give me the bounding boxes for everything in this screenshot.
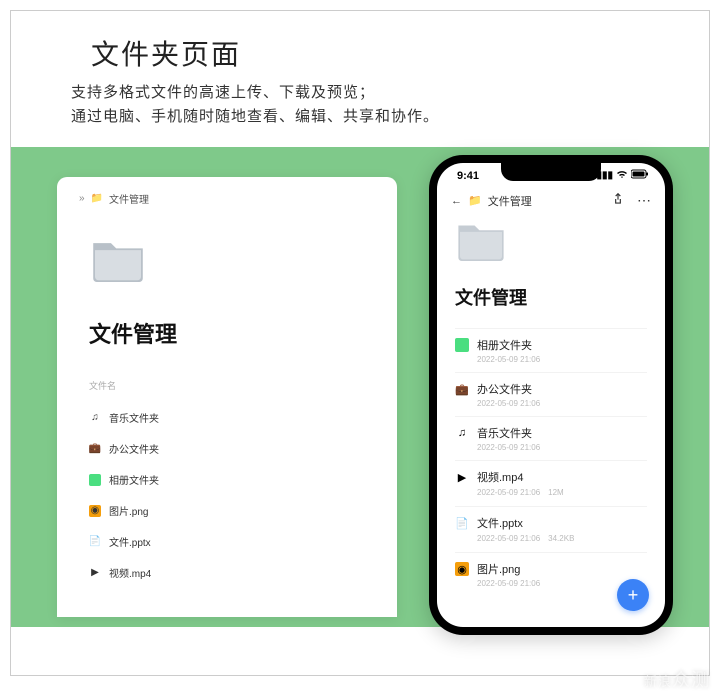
phone-topbar: ← 📁 文件管理 ⋯ (437, 182, 665, 215)
file-meta: 2022-05-09 21:06 (477, 399, 647, 408)
document-icon: 📄 (455, 516, 469, 530)
album-icon (455, 338, 469, 352)
expand-icon[interactable]: » (79, 193, 85, 204)
phone-preview: 9:41 ▮▮▮ ← 📁 文件管理 (429, 155, 673, 635)
image-icon: ◉ (89, 505, 101, 517)
list-item[interactable]: ♫ 音乐文件夹 (79, 402, 375, 433)
folder-icon: 📁 (468, 194, 482, 207)
list-item[interactable]: 📄 文件.pptx (79, 526, 375, 557)
file-name: 视频.mp4 (477, 469, 523, 485)
file-name: 图片.png (477, 561, 520, 577)
list-item[interactable]: ▶ 视频.mp4 (79, 557, 375, 588)
file-meta: 2022-05-09 21:06 (477, 355, 647, 364)
file-name: 图片.png (109, 503, 148, 518)
list-item[interactable]: 💼 办公文件夹 2022-05-09 21:06 (455, 372, 647, 416)
list-item[interactable]: 📄 文件.pptx 2022-05-09 21:06 34.2KB (455, 506, 647, 552)
folder-hero-icon (89, 236, 147, 282)
album-icon (89, 474, 101, 486)
list-item[interactable]: ▶ 视频.mp4 2022-05-09 21:06 12M (455, 460, 647, 506)
file-name: 音乐文件夹 (477, 425, 532, 441)
file-name: 文件.pptx (109, 534, 151, 549)
list-item[interactable]: 💼 办公文件夹 (79, 433, 375, 464)
list-item[interactable]: 相册文件夹 2022-05-09 21:06 (455, 328, 647, 372)
column-header-filename: 文件名 (89, 379, 375, 392)
file-name: 文件.pptx (477, 515, 523, 531)
desktop-preview: » 📁 文件管理 文件管理 文件名 ♫ 音乐文件夹 💼 办公文件夹相册文件夹 ◉ 图片.p… (57, 177, 397, 617)
phone-breadcrumb-label: 文件管理 (488, 193, 532, 209)
phone-notch (501, 163, 601, 181)
briefcase-icon: 💼 (89, 443, 101, 455)
file-meta: 2022-05-09 21:06 34.2KB (477, 533, 647, 544)
music-icon: ♫ (455, 426, 469, 440)
file-name: 音乐文件夹 (109, 410, 159, 425)
status-time: 9:41 (457, 170, 479, 182)
wifi-icon (616, 169, 628, 182)
video-icon: ▶ (455, 470, 469, 484)
file-meta: 2022-05-09 21:06 (477, 443, 647, 452)
breadcrumb-label: 文件管理 (109, 191, 149, 206)
battery-icon (631, 169, 649, 182)
file-meta: 2022-05-09 21:06 12M (477, 487, 647, 498)
file-name: 相册文件夹 (477, 337, 532, 353)
file-name: 视频.mp4 (109, 565, 151, 580)
back-icon[interactable]: ← (451, 195, 462, 207)
page-title: 文件夹页面 (91, 33, 669, 73)
list-item[interactable]: ◉ 图片.png (79, 495, 375, 526)
add-button[interactable]: + (617, 579, 649, 611)
briefcase-icon: 💼 (455, 382, 469, 396)
breadcrumb[interactable]: » 📁 文件管理 (79, 191, 375, 206)
share-icon[interactable] (611, 192, 625, 209)
list-item[interactable]: ♫ 音乐文件夹 2022-05-09 21:06 (455, 416, 647, 460)
document-icon: 📄 (89, 536, 101, 548)
file-name: 办公文件夹 (109, 441, 159, 456)
desktop-heading: 文件管理 (89, 317, 375, 349)
video-icon: ▶ (89, 567, 101, 579)
file-name: 相册文件夹 (109, 472, 159, 487)
page-subtitle: 支持多格式文件的高速上传、下载及预览； 通过电脑、手机随时随地查看、编辑、共享和… (11, 81, 709, 147)
music-icon: ♫ (89, 412, 101, 424)
showcase-area: » 📁 文件管理 文件管理 文件名 ♫音乐文件夹💼办公文件夹相册文件夹◉图片.p… (11, 147, 709, 627)
list-item[interactable]: 相册文件夹 (79, 464, 375, 495)
file-name: 办公文件夹 (477, 381, 532, 397)
more-icon[interactable]: ⋯ (637, 192, 651, 209)
phone-heading: 文件管理 (455, 284, 647, 310)
folder-hero-icon (455, 219, 507, 261)
folder-icon: 📁 (91, 193, 103, 204)
image-icon: ◉ (455, 562, 469, 576)
watermark: 新浪众测 (644, 666, 710, 692)
